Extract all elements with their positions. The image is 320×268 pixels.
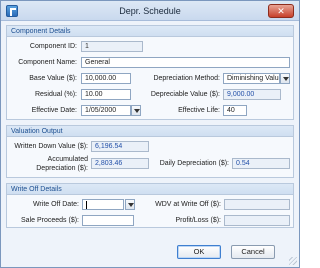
depr-schedule-dialog: Depr. Schedule ✕ Component Details Compo… — [0, 0, 300, 268]
daily-depreciation-field: 0.54 — [232, 158, 290, 169]
depreciable-value-label: Depreciable Value ($): — [150, 91, 220, 98]
effective-date-label: Effective Date: — [31, 107, 77, 114]
component-id-field: 1 — [81, 41, 143, 52]
write-off-date-input[interactable] — [82, 199, 124, 210]
write-off-details-group: Write Off Details Write Off Date: WDV at… — [6, 183, 294, 228]
component-id-label: Component ID: — [29, 43, 77, 50]
written-down-value-label: Written Down Value ($): — [14, 143, 88, 150]
sale-proceeds-input[interactable] — [82, 215, 134, 226]
close-button[interactable]: ✕ — [268, 4, 294, 18]
profit-loss-field — [224, 215, 290, 226]
profit-loss-label: Profit/Loss ($): — [175, 217, 221, 224]
accumulated-depreciation-field: 2,803.46 — [91, 158, 149, 169]
depreciable-value-field: 9,000.00 — [223, 89, 281, 100]
effective-date-input[interactable]: 1/05/2000 — [81, 105, 131, 116]
valuation-output-title: Valuation Output — [7, 126, 293, 137]
component-name-input[interactable]: General — [81, 57, 290, 68]
write-off-date-label: Write Off Date: — [32, 201, 79, 208]
title-bar[interactable]: Depr. Schedule ✕ — [1, 1, 299, 21]
component-details-title: Component Details — [7, 26, 293, 37]
accumulated-depreciation-label-line1: Accumulated — [47, 156, 88, 163]
daily-depreciation-label: Daily Depreciation ($): — [159, 160, 229, 167]
effective-life-input[interactable]: 40 — [223, 105, 247, 116]
residual-label: Residual (%): — [34, 91, 77, 98]
sale-proceeds-label: Sale Proceeds ($): — [21, 217, 79, 224]
wdv-at-write-off-field — [224, 199, 290, 210]
resize-grip[interactable] — [289, 257, 297, 265]
depreciation-method-label: Depreciation Method: — [153, 75, 220, 82]
valuation-output-group: Valuation Output Written Down Value ($):… — [6, 125, 294, 178]
cancel-button[interactable]: Cancel — [231, 245, 275, 259]
base-value-label: Base Value ($): — [29, 75, 77, 82]
wdv-at-write-off-label: WDV at Write Off ($): — [155, 201, 221, 208]
write-off-details-title: Write Off Details — [7, 184, 293, 195]
base-value-input[interactable]: 10,000.00 — [81, 73, 131, 84]
effective-life-label: Effective Life: — [178, 107, 220, 114]
residual-input[interactable]: 10.00 — [81, 89, 131, 100]
chevron-down-icon[interactable] — [125, 199, 135, 210]
depreciation-method-select[interactable]: Diminishing Value — [223, 73, 280, 84]
chevron-down-icon[interactable] — [280, 73, 290, 84]
written-down-value-field: 6,196.54 — [91, 141, 149, 152]
component-name-label: Component Name: — [18, 59, 77, 66]
window-title: Depr. Schedule — [119, 6, 181, 16]
text-caret — [86, 201, 87, 209]
accumulated-depreciation-label-line2: Depreciation ($): — [36, 165, 88, 172]
component-details-group: Component Details Component ID: 1 Compon… — [6, 25, 294, 120]
ok-button[interactable]: OK — [177, 245, 221, 259]
